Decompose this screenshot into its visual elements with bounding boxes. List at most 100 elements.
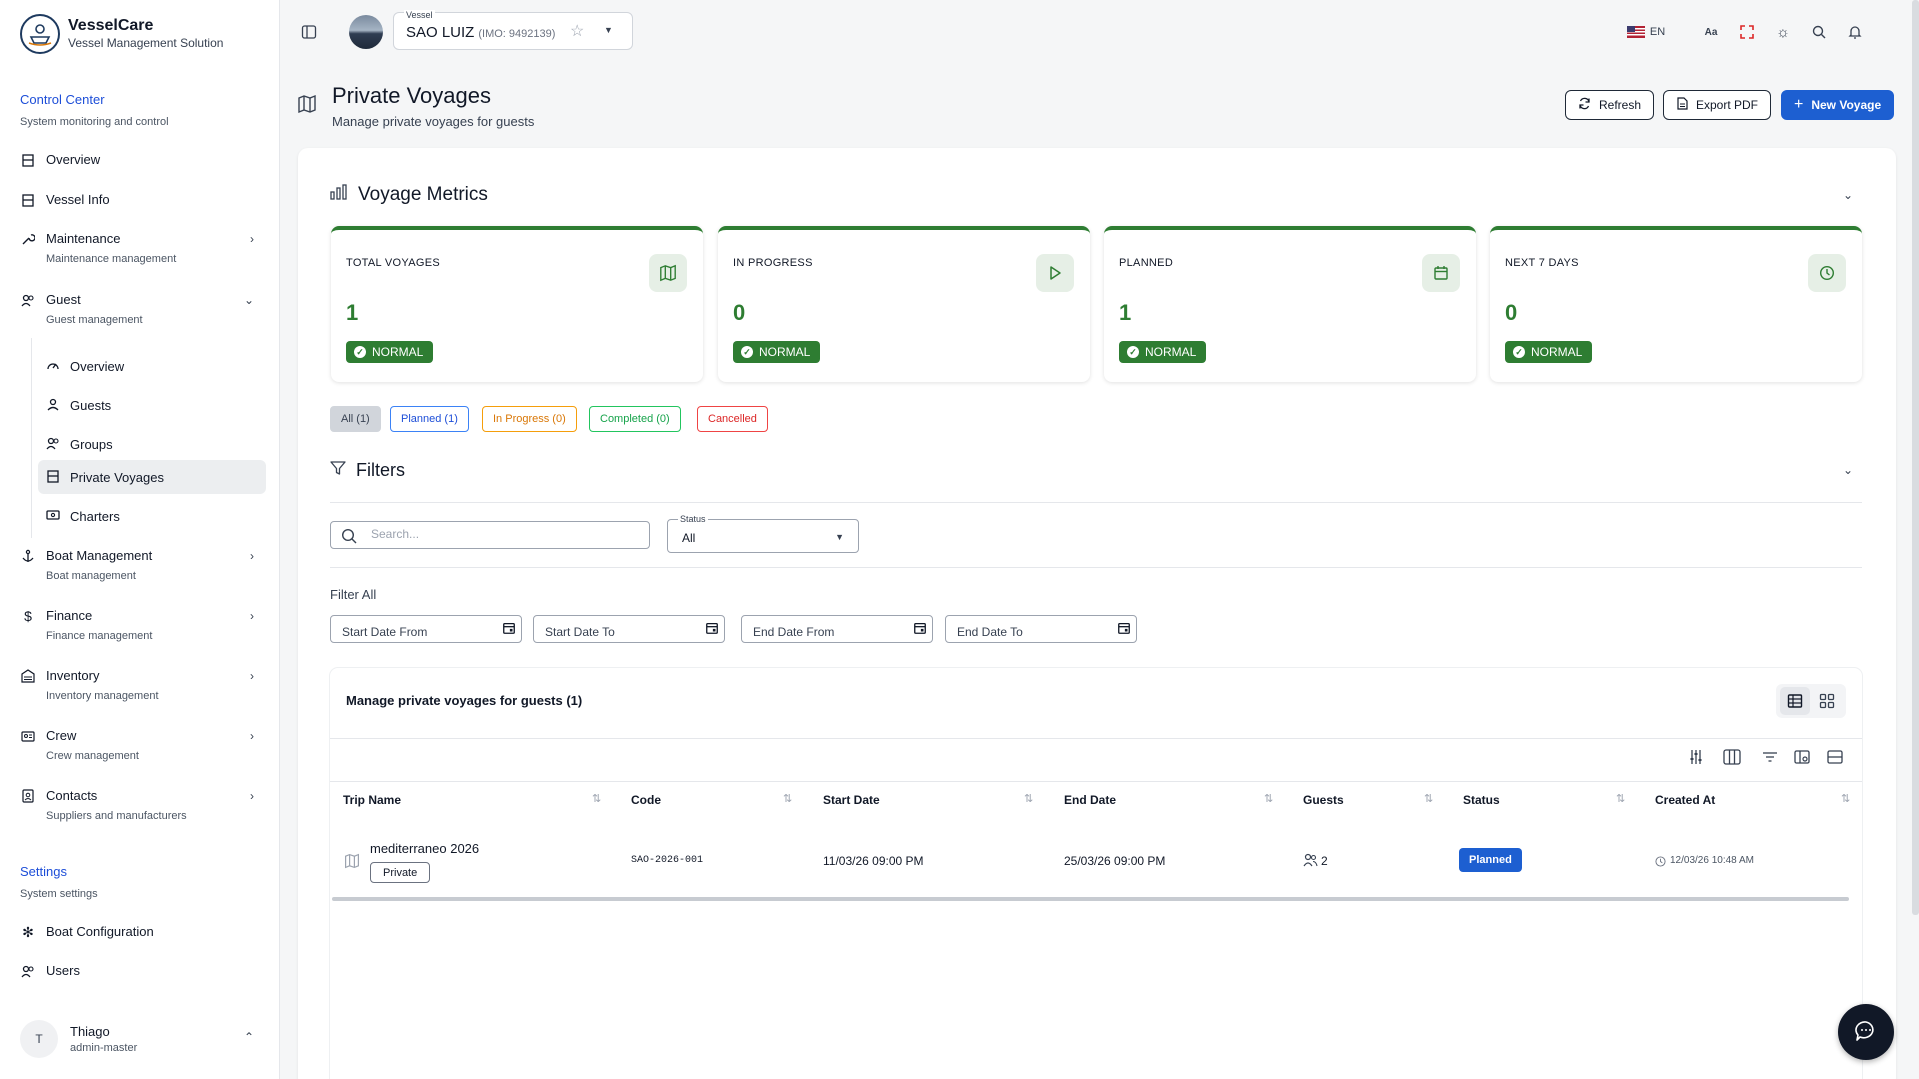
sidebar-item-crew[interactable]: Crew Crew management › xyxy=(20,727,264,764)
status-badge-label: NORMAL xyxy=(759,345,811,359)
chip-completed[interactable]: Completed (0) xyxy=(589,406,681,432)
clock-icon xyxy=(1808,254,1846,292)
sidebar-item-boat-management[interactable]: Boat Management Boat management › xyxy=(20,547,264,584)
search-input[interactable] xyxy=(371,527,631,541)
user-role: admin-master xyxy=(70,1042,138,1054)
calendar-icon[interactable] xyxy=(913,621,927,638)
refresh-label: Refresh xyxy=(1599,98,1642,112)
calendar-icon[interactable] xyxy=(1117,621,1131,638)
sidebar-subitem-charters[interactable]: Charters xyxy=(38,499,266,533)
calendar-icon[interactable] xyxy=(705,621,719,638)
sidebar-item-guest[interactable]: Guest Guest management ⌄ xyxy=(20,291,264,328)
start-date-from-field[interactable]: Start Date From xyxy=(330,615,522,643)
sidebar-item-maintenance[interactable]: Maintenance Maintenance management › xyxy=(20,230,264,267)
sidebar-subitem-overview[interactable]: Overview xyxy=(38,349,266,383)
chip-all[interactable]: All (1) xyxy=(330,406,381,432)
metric-card-planned: PLANNED 1 ✓ NORMAL xyxy=(1104,226,1476,382)
chat-button[interactable] xyxy=(1838,1004,1894,1060)
sidebar-item-vessel-info[interactable]: Vessel Info xyxy=(20,191,264,209)
new-voyage-button[interactable]: + New Voyage xyxy=(1781,90,1895,120)
sort-icon[interactable]: ⇅ xyxy=(1841,792,1850,805)
chip-cancelled[interactable]: Cancelled xyxy=(697,406,768,432)
sort-icon[interactable]: ⇅ xyxy=(592,792,601,805)
control-center-title[interactable]: Control Center xyxy=(20,92,105,107)
filters-collapse-chevron-icon[interactable]: ⌄ xyxy=(1843,463,1853,477)
chevron-right-icon: › xyxy=(250,232,254,246)
column-header-start-date[interactable]: Start Date xyxy=(823,793,880,807)
grid-view-icon[interactable] xyxy=(1812,687,1842,715)
column-header-trip-name[interactable]: Trip Name xyxy=(343,793,401,807)
column-header-created-at[interactable]: Created At xyxy=(1655,793,1715,807)
topbar: Vessel SAO LUIZ (IMO: 9492139) ☆ ▼ EN Aa … xyxy=(281,0,1919,64)
search-field[interactable] xyxy=(330,521,650,549)
columns-icon[interactable] xyxy=(1722,747,1742,767)
created-at: 12/03/26 10:48 AM xyxy=(1670,855,1754,866)
font-size-icon[interactable]: Aa xyxy=(1701,22,1721,42)
sidebar-item-contacts[interactable]: Contacts Suppliers and manufacturers › xyxy=(20,787,264,824)
status-select[interactable]: Status All ▼ xyxy=(667,514,859,553)
check-circle-icon: ✓ xyxy=(741,346,753,358)
vessel-selector[interactable]: Vessel SAO LUIZ (IMO: 9492139) ☆ ▼ xyxy=(393,10,633,50)
fullscreen-icon[interactable] xyxy=(1737,22,1757,42)
table-view-icon[interactable] xyxy=(1780,687,1810,715)
page-title: Private Voyages xyxy=(332,83,491,108)
sidebar-item-users[interactable]: Users xyxy=(20,962,264,980)
brand[interactable]: VesselCare Vessel Management Solution xyxy=(20,14,223,54)
status-badge-label: NORMAL xyxy=(1531,345,1583,359)
theme-sun-icon[interactable]: ☼ xyxy=(1773,22,1793,42)
bell-icon[interactable] xyxy=(1845,22,1865,42)
star-icon[interactable]: ☆ xyxy=(570,21,584,41)
sort-icon[interactable]: ⇅ xyxy=(1616,792,1625,805)
refresh-button[interactable]: Refresh xyxy=(1565,90,1655,120)
export-pdf-button[interactable]: Export PDF xyxy=(1663,90,1772,120)
adjust-sliders-icon[interactable] xyxy=(1686,747,1706,767)
sidebar-subitem-guests[interactable]: Guests xyxy=(38,388,266,422)
brand-title: VesselCare xyxy=(68,17,154,34)
chevron-right-icon: › xyxy=(250,549,254,563)
sidebar-subitem-groups[interactable]: Groups xyxy=(38,427,266,461)
dropdown-arrow-icon: ▼ xyxy=(604,25,613,35)
sidebar-item-finance[interactable]: $ Finance Finance management › xyxy=(20,607,264,644)
metrics-collapse-chevron-icon[interactable]: ⌄ xyxy=(1843,188,1853,202)
sidebar-subitem-label: Charters xyxy=(70,508,120,524)
map-icon xyxy=(344,853,360,872)
user-menu[interactable]: T Thiago admin-master ⌃ xyxy=(20,1020,264,1058)
date-field-label: End Date From xyxy=(753,625,835,639)
chip-in-progress[interactable]: In Progress (0) xyxy=(482,406,577,432)
sidebar-subitem-private-voyages[interactable]: Private Voyages xyxy=(38,460,266,494)
language-selector[interactable]: EN xyxy=(1625,22,1667,42)
user-name: Thiago xyxy=(70,1024,110,1039)
density-icon[interactable] xyxy=(1825,747,1845,767)
column-header-code[interactable]: Code xyxy=(631,793,661,807)
column-header-status[interactable]: Status xyxy=(1463,793,1500,807)
sidebar-item-boat-configuration[interactable]: ✻ Boat Configuration xyxy=(20,923,264,941)
column-header-guests[interactable]: Guests xyxy=(1303,793,1344,807)
sidebar-item-overview[interactable]: Overview xyxy=(20,151,264,169)
filter-lines-icon[interactable] xyxy=(1760,747,1780,767)
chevron-right-icon: › xyxy=(250,729,254,743)
chip-planned[interactable]: Planned (1) xyxy=(390,406,469,432)
status-badge: ✓ NORMAL xyxy=(1505,341,1593,363)
settings-title[interactable]: Settings xyxy=(20,864,67,879)
calendar-icon[interactable] xyxy=(502,621,516,638)
search-icon[interactable] xyxy=(1809,22,1829,42)
column-header-end-date[interactable]: End Date xyxy=(1064,793,1116,807)
plus-icon: + xyxy=(1794,96,1804,113)
sort-icon[interactable]: ⇅ xyxy=(1264,792,1273,805)
sidebar-item-label: Finance xyxy=(46,608,93,623)
column-settings-icon[interactable] xyxy=(1792,747,1812,767)
dollar-icon: $ xyxy=(24,608,32,624)
divider xyxy=(330,781,1862,782)
sidebar-toggle-icon[interactable] xyxy=(299,22,319,42)
sidebar-subitem-label: Overview xyxy=(70,358,125,374)
start-date-to-field[interactable]: Start Date To xyxy=(533,615,725,643)
sort-icon[interactable]: ⇅ xyxy=(1024,792,1033,805)
sort-icon[interactable]: ⇅ xyxy=(1424,792,1433,805)
horizontal-scrollbar[interactable] xyxy=(332,897,1849,901)
vertical-scrollbar[interactable] xyxy=(1912,0,1919,915)
end-date-to-field[interactable]: End Date To xyxy=(945,615,1137,643)
trip-name[interactable]: mediterraneo 2026 xyxy=(370,841,479,856)
end-date-from-field[interactable]: End Date From xyxy=(741,615,933,643)
sidebar-item-inventory[interactable]: Inventory Inventory management › xyxy=(20,667,264,704)
sort-icon[interactable]: ⇅ xyxy=(783,792,792,805)
